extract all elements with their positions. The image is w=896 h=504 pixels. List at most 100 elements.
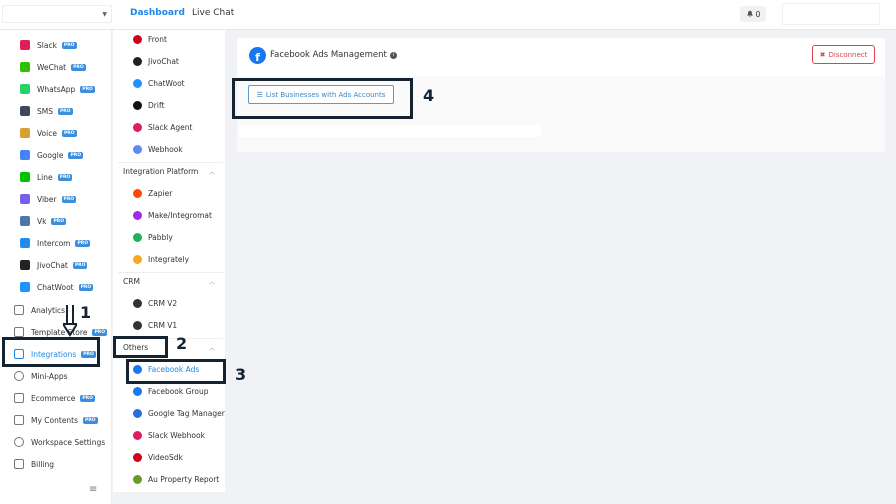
subnav-item-label: CRM V2 xyxy=(148,298,178,308)
sidebar-item-intercom[interactable]: Intercom PRO xyxy=(20,234,91,252)
sidebar-item-chatwoot[interactable]: ChatWoot PRO xyxy=(20,278,94,296)
sidebar-item-ecommerce[interactable]: Ecommerce PRO xyxy=(14,389,95,407)
subnav-item-label: CRM V1 xyxy=(148,320,178,330)
chatwoot-icon xyxy=(20,282,30,292)
integrations-subnav: Front JivoChat ChatWoot Drift Slack Agent Web… xyxy=(113,30,225,492)
subnav-item-front[interactable]: Front xyxy=(133,31,167,47)
info-icon[interactable]: i xyxy=(389,51,397,59)
chevron-up-icon[interactable]: ︿ xyxy=(209,277,215,286)
sidebar-item-analytics[interactable]: Analytics xyxy=(14,301,65,319)
subnav-item-crm-v2[interactable]: CRM V2 xyxy=(133,295,177,311)
sidebar-item-label: WeChat xyxy=(37,62,67,72)
tab-live-chat[interactable]: Live Chat xyxy=(192,8,234,18)
user-menu[interactable] xyxy=(782,3,880,25)
subnav-item-pabbly[interactable]: Pabbly xyxy=(133,229,173,245)
subnav-item-label: Drift xyxy=(148,100,165,110)
zapier-icon xyxy=(133,188,142,198)
subnav-item-label: Zapier xyxy=(148,188,173,198)
pro-badge: PRO xyxy=(51,217,67,225)
annotation-arrow-icon xyxy=(61,305,79,341)
subnav-item-slack-agent[interactable]: Slack Agent xyxy=(133,119,193,135)
sidebar-item-voice[interactable]: Voice PRO xyxy=(20,124,77,142)
subnav-item-crm-v1[interactable]: CRM V1 xyxy=(133,317,177,333)
pro-badge: PRO xyxy=(61,41,77,49)
make-icon xyxy=(133,210,142,220)
sidebar-item-label: My Contents xyxy=(31,415,79,425)
cart-icon xyxy=(14,393,24,403)
crm-icon xyxy=(133,298,142,308)
whatsapp-icon xyxy=(20,84,30,94)
chevron-up-icon[interactable]: ︿ xyxy=(209,167,215,176)
annotation-number-3: 3 xyxy=(235,365,247,384)
sidebar-item-label: Template Store xyxy=(31,327,88,337)
sidebar-item-label: Analytics xyxy=(31,305,66,315)
pro-badge: PRO xyxy=(71,63,86,71)
slack-icon xyxy=(20,40,30,50)
subnav-item-jivochat[interactable]: JivoChat xyxy=(133,53,179,69)
sidebar-item-label: Vk xyxy=(37,216,47,226)
subnav-item-integrately[interactable]: Integrately xyxy=(133,251,189,267)
billing-icon xyxy=(14,459,24,469)
subnav-item-drift[interactable]: Drift xyxy=(133,97,164,113)
disconnect-button[interactable]: ✖ Disconnect xyxy=(812,45,875,64)
mini-apps-icon xyxy=(14,371,24,381)
annotation-number-1: 1 xyxy=(80,303,92,322)
subnav-item-videosdk[interactable]: VideoSdk xyxy=(133,449,183,465)
integrately-icon xyxy=(133,254,142,264)
subnav-item-label: Google Tag Manager xyxy=(148,408,225,418)
analytics-icon xyxy=(14,305,24,315)
subnav-item-label: Integrately xyxy=(148,254,190,264)
subnav-item-label: VideoSdk xyxy=(148,452,183,462)
subnav-item-webhook[interactable]: Webhook xyxy=(133,141,183,157)
subnav-item-chatwoot[interactable]: ChatWoot xyxy=(133,75,185,91)
notifications-count: 0 xyxy=(755,9,761,19)
google-icon xyxy=(20,150,30,160)
voice-icon xyxy=(20,128,30,138)
sidebar-item-label: ChatWoot xyxy=(37,282,74,292)
sidebar-item-vk[interactable]: Vk PRO xyxy=(20,212,67,230)
sidebar-item-viber[interactable]: Viber PRO xyxy=(20,190,77,208)
subnav-item-zapier[interactable]: Zapier xyxy=(133,185,172,201)
sidebar-item-billing[interactable]: Billing xyxy=(14,455,54,473)
sidebar-item-mini-apps[interactable]: Mini-Apps xyxy=(14,367,68,385)
sidebar-item-wechat[interactable]: WeChat PRO xyxy=(20,58,86,76)
pro-badge: PRO xyxy=(61,129,77,137)
subnav-item-au-property-report[interactable]: Au Property Report xyxy=(133,471,219,487)
template-store-icon xyxy=(14,327,24,337)
sidebar-item-slack[interactable]: Slack PRO xyxy=(20,36,77,54)
sidebar-item-google[interactable]: Google PRO xyxy=(20,146,84,164)
close-icon: ✖ xyxy=(819,50,826,59)
tab-dashboard[interactable]: Dashboard xyxy=(130,8,185,18)
subnav-item-make-integromat[interactable]: Make/Integromat xyxy=(133,207,212,223)
front-icon xyxy=(133,34,142,44)
videosdk-icon xyxy=(133,452,142,462)
sidebar-item-my-contents[interactable]: My Contents PRO xyxy=(14,411,98,429)
sidebar-item-label: WhatsApp xyxy=(37,84,76,94)
subnav-item-label: Pabbly xyxy=(148,232,173,242)
subnav-item-facebook-group[interactable]: Facebook Group xyxy=(133,383,208,399)
webhook-icon xyxy=(133,144,142,154)
sidebar-item-workspace-settings[interactable]: Workspace Settings xyxy=(14,433,105,451)
notifications-button[interactable]: 0 xyxy=(740,6,766,22)
section-crm: CRM xyxy=(123,277,140,286)
subnav-item-slack-webhook[interactable]: Slack Webhook xyxy=(133,427,205,443)
chevron-down-icon: ▼ xyxy=(102,11,107,18)
sidebar-item-whatsapp[interactable]: WhatsApp PRO xyxy=(20,80,95,98)
chevron-up-icon[interactable]: ︿ xyxy=(209,343,215,352)
annotation-box-others xyxy=(113,336,168,358)
sidebar-item-jivochat[interactable]: JivoChat PRO xyxy=(20,256,88,274)
subnav-item-google-tag-manager[interactable]: Google Tag Manager xyxy=(133,405,225,421)
menu-toggle-icon[interactable]: ≡ xyxy=(89,484,97,495)
sidebar-item-label: Line xyxy=(37,172,53,182)
results-area xyxy=(239,125,541,137)
sidebar-item-sms[interactable]: SMS PRO xyxy=(20,102,73,120)
annotation-box-integrations xyxy=(2,337,100,367)
workspace-select[interactable]: ▼ xyxy=(2,5,112,23)
sidebar-item-label: Workspace Settings xyxy=(31,437,106,447)
sidebar-item-line[interactable]: Line PRO xyxy=(20,168,73,186)
wechat-icon xyxy=(20,62,30,72)
section-integration-platform: Integration Platform xyxy=(123,167,199,176)
facebook-icon xyxy=(133,386,142,396)
pro-badge: PRO xyxy=(80,85,95,93)
top-bar: ▼ Dashboard Live Chat 0 xyxy=(0,0,896,30)
